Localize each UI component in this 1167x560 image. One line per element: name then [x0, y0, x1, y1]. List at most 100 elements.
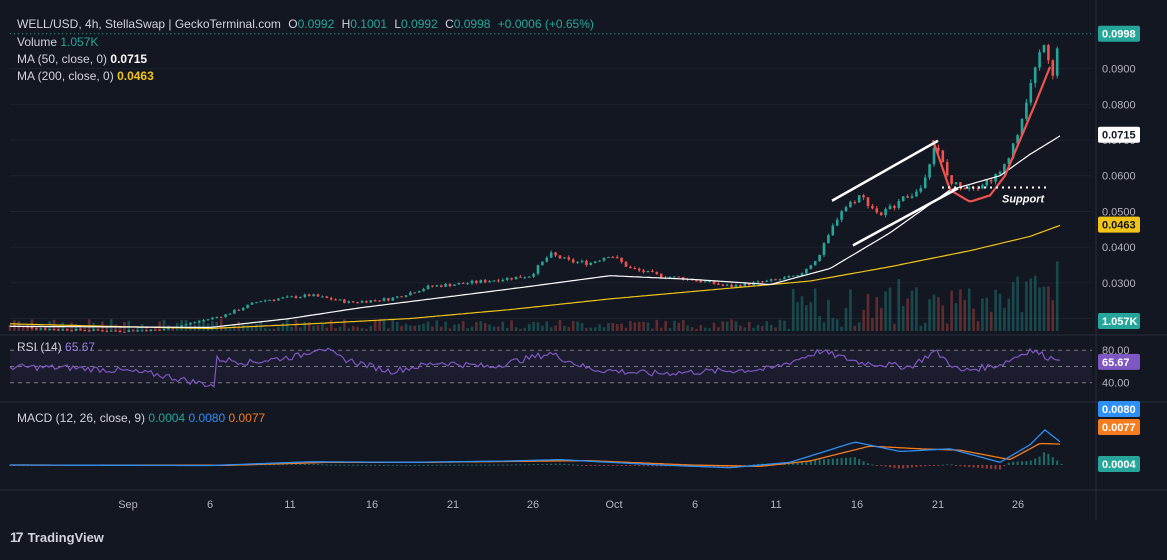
candle-body [435, 285, 439, 287]
candle-body [360, 301, 364, 303]
volume-bar [109, 319, 113, 331]
macd-histogram-bar [352, 464, 355, 466]
macd-signal-tag: 0.0077 [1102, 422, 1136, 434]
volume-bar [637, 321, 641, 331]
volume-bar [453, 324, 456, 331]
candle-body [351, 301, 355, 303]
volume-bar [87, 319, 91, 331]
volume-bar [862, 309, 865, 331]
volume-bar [615, 323, 619, 331]
macd-histogram-bar [937, 465, 940, 466]
candle-body [532, 273, 535, 277]
time-tick-label: Oct [605, 499, 622, 511]
macd-histogram-bar [418, 464, 421, 466]
candle-body [1055, 48, 1059, 76]
macd-histogram-bar [479, 464, 482, 466]
close-label: C [445, 17, 454, 31]
price-chart[interactable]: 0.02000.03000.04000.05000.06000.07000.08… [0, 0, 1167, 555]
volume-bar [189, 322, 192, 331]
ma200-legend[interactable]: MA (200, close, 0) 0.0463 [17, 69, 154, 83]
volume-bar [158, 321, 161, 331]
volume-bar [893, 323, 896, 331]
macd-histogram-bar [849, 457, 852, 465]
candle-body [365, 301, 368, 303]
candle-body [576, 261, 579, 263]
candle-body [404, 295, 408, 297]
candle-body [915, 191, 918, 197]
volume-bar [365, 328, 368, 331]
candle-body [263, 300, 267, 302]
volume-bar [730, 319, 733, 331]
volume-bar [879, 307, 883, 331]
candle-body [567, 257, 571, 260]
macd-histogram-bar [528, 464, 531, 466]
candle-body [941, 150, 945, 163]
chart-stage[interactable]: 0.02000.03000.04000.05000.06000.07000.08… [0, 0, 1167, 555]
candle-body [901, 196, 905, 202]
rsi-tick-label: 40.00 [1102, 378, 1130, 390]
volume-bar [725, 321, 729, 331]
volume-bar [871, 317, 874, 331]
volume-bar [299, 327, 302, 331]
candle-body [699, 280, 703, 283]
macd-histogram-bar [325, 464, 328, 466]
candle-body [787, 275, 791, 278]
volume-bar [752, 327, 755, 331]
candle-body [422, 289, 425, 292]
candle-body [879, 212, 883, 216]
macd-histogram-bar [990, 465, 993, 469]
macd-histogram-bar [594, 465, 597, 466]
volume-bar [1055, 261, 1059, 331]
candle-body [426, 285, 430, 290]
macd-histogram-bar [999, 465, 1001, 470]
volume-bar [981, 298, 984, 331]
volume-bar [945, 323, 949, 331]
candle-body [659, 273, 663, 278]
candle-body [373, 300, 377, 302]
volume-bar [967, 288, 971, 331]
ma50-legend[interactable]: MA (50, close, 0) 0.0715 [17, 52, 147, 66]
candle-body [888, 205, 892, 210]
volume-bar [237, 321, 241, 331]
macd-histogram-bar [919, 465, 922, 467]
candle-body [791, 275, 795, 277]
ma50-label: MA (50, close, 0) [17, 52, 108, 66]
volume-bar [1042, 286, 1046, 331]
volume-bar [329, 319, 333, 331]
volume-bar [268, 328, 271, 331]
tradingview-logo[interactable]: 17 TradingView [10, 529, 104, 545]
macd-histogram-bar [449, 464, 451, 466]
volume-bar [431, 326, 434, 331]
macd-legend[interactable]: MACD (12, 26, close, 9) 0.0004 0.0080 0.… [17, 411, 265, 425]
candle-body [629, 266, 632, 269]
volume-bar [435, 320, 439, 331]
candle-body [778, 279, 782, 281]
ma50-price-tag: 0.0715 [1102, 130, 1136, 142]
rsi-legend[interactable]: RSI (14) 65.67 [17, 340, 95, 354]
candle-body [272, 299, 276, 301]
candle-body [536, 265, 540, 274]
macd-histogram-bar [383, 464, 385, 466]
macd-histogram-bar [629, 465, 632, 466]
volume-bar [545, 321, 549, 331]
candle-body [981, 185, 984, 189]
macd-histogram-bar [845, 457, 847, 465]
candle-body [395, 296, 399, 298]
volume-bar [241, 325, 245, 331]
volume-legend[interactable]: Volume 1.057K [17, 35, 98, 49]
time-tick-label: 11 [284, 499, 295, 511]
candle-body [1029, 82, 1033, 103]
macd-histogram-bar [515, 464, 517, 466]
volume-bar [153, 327, 157, 331]
candle-body [769, 279, 773, 281]
volume-bar [409, 325, 412, 331]
volume-bar [131, 328, 135, 331]
candle-body [906, 196, 909, 198]
candle-body [294, 296, 298, 299]
volume-bar [796, 302, 799, 331]
candle-body [871, 206, 874, 209]
volume-bar [444, 321, 447, 331]
macd-histogram-bar [977, 465, 979, 468]
macd-histogram-bar [576, 464, 579, 466]
volume-bar [263, 327, 267, 331]
